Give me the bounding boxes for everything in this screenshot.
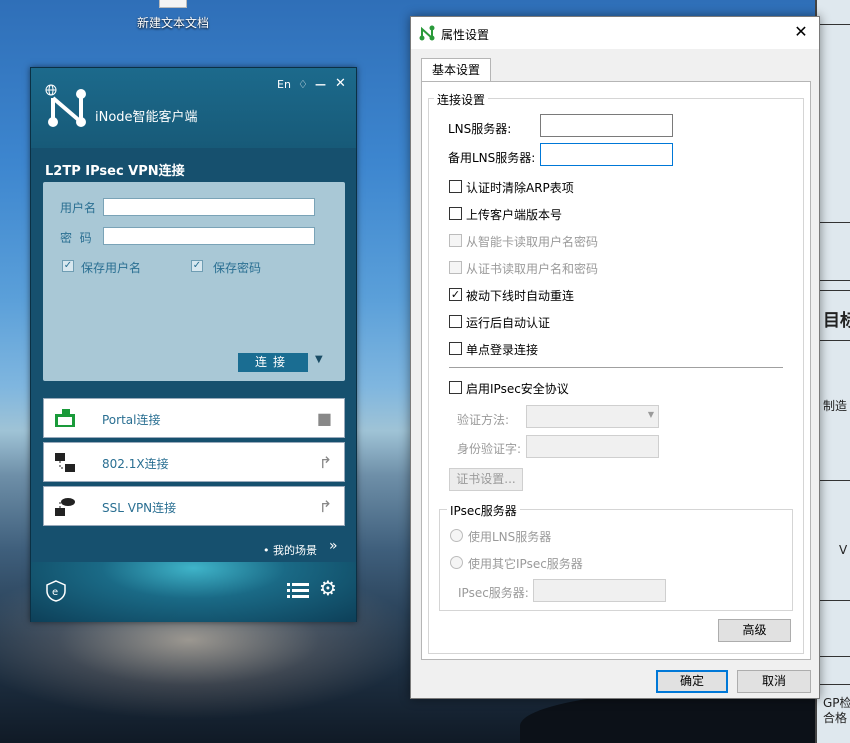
auto-reconnect-label: 被动下线时自动重连 (466, 289, 575, 303)
dot1x-connection-item[interactable]: 802.1X连接 ↱ (43, 442, 345, 482)
clear-arp-label: 认证时清除ARP表项 (466, 181, 574, 195)
smartcard-label: 从智能卡读取用户名密码 (466, 235, 599, 249)
vpn-title: L2TP IPsec VPN连接 (45, 164, 185, 179)
svg-text:e: e (52, 587, 58, 598)
auth-word-label: 身份验证字: (457, 442, 522, 456)
settings-panel: 连接设置 LNS服务器: 备用LNS服务器: 认证时清除ARP表项 上传客户端版… (421, 81, 811, 660)
auth-method-select[interactable]: ▼ (526, 405, 659, 428)
lns-server-label: LNS服务器: (448, 122, 512, 136)
single-sign-on-label: 单点登录连接 (466, 343, 539, 357)
username-label: 用户名 (60, 201, 97, 215)
arrow-icon[interactable]: ↱ (319, 497, 332, 516)
double-chevron-right-icon[interactable]: » (329, 538, 338, 554)
gear-icon[interactable]: ⚙ (319, 576, 337, 600)
globe-icon (45, 84, 57, 96)
password-label: 密 码 (60, 231, 92, 245)
skin-icon[interactable]: ♢ (298, 78, 308, 91)
dialog-close-icon[interactable]: ✕ (791, 22, 811, 42)
cancel-button[interactable]: 取消 (737, 670, 811, 693)
password-input[interactable] (103, 227, 315, 245)
auth-word-input[interactable] (526, 435, 659, 458)
upload-version-label: 上传客户端版本号 (466, 208, 563, 222)
clear-arp-checkbox[interactable] (449, 180, 462, 193)
dialog-titlebar: 属性设置 ✕ (411, 17, 819, 49)
bg-text-target: 目标 (823, 311, 850, 331)
ipsec-enable-checkbox[interactable] (449, 381, 462, 394)
lns-server-input[interactable] (540, 114, 673, 137)
text-file-icon (159, 0, 187, 8)
username-input[interactable] (103, 198, 315, 216)
cert-settings-button[interactable]: 证书设置... (449, 468, 523, 491)
inode-footer: e ⚙ (31, 562, 356, 622)
dot1x-connection-label: 802.1X连接 (102, 457, 169, 471)
tab-basic-settings[interactable]: 基本设置 (421, 58, 491, 82)
use-other-ipsec-label: 使用其它IPsec服务器 (468, 557, 583, 571)
backup-lns-server-input[interactable] (540, 143, 673, 166)
use-lns-radio[interactable] (450, 529, 463, 542)
arrow-icon[interactable]: ↱ (319, 453, 332, 472)
portal-connection-item[interactable]: Portal连接 ■ (43, 398, 345, 438)
single-sign-on-checkbox[interactable] (449, 342, 462, 355)
bg-text-manufacture: 制造 (823, 399, 848, 413)
auto-auth-checkbox[interactable] (449, 315, 462, 328)
ipsec-server-label: IPsec服务器: (458, 586, 529, 600)
use-other-ipsec-radio[interactable] (450, 556, 463, 569)
network-icon (55, 453, 75, 472)
portal-connection-label: Portal连接 (102, 413, 161, 427)
stop-icon[interactable]: ■ (317, 409, 332, 428)
auth-method-label: 验证方法: (457, 413, 510, 427)
properties-dialog: 属性设置 ✕ 基本设置 连接设置 LNS服务器: 备用LNS服务器: 认证时清除… (410, 16, 820, 699)
smartcard-checkbox[interactable] (449, 234, 462, 247)
save-username-checkbox[interactable]: ✓ (62, 260, 74, 272)
language-button[interactable]: En (277, 78, 291, 91)
login-panel: 用户名 密 码 ✓ 保存用户名 ✓ 保存密码 连接 ▼ (43, 182, 345, 381)
use-lns-label: 使用LNS服务器 (468, 530, 552, 544)
cert-credentials-checkbox[interactable] (449, 261, 462, 274)
chevron-down-icon[interactable]: ▼ (315, 354, 323, 365)
ipsec-server-title: IPsec服务器 (447, 502, 520, 519)
inode-client-window: iNode智能客户端 En ♢ — ✕ L2TP IPsec VPN连接 用户名… (30, 67, 357, 622)
backup-lns-server-label: 备用LNS服务器: (448, 151, 536, 165)
bg-text-pass: 合格 (823, 711, 848, 725)
cert-credentials-label: 从证书读取用户名和密码 (466, 262, 599, 276)
advanced-button[interactable]: 高级 (718, 619, 791, 642)
separator (449, 367, 783, 368)
close-icon[interactable]: ✕ (335, 76, 346, 91)
my-scene-link[interactable]: • 我的场景 (263, 542, 317, 558)
desktop-icon-label: 新建文本文档 (136, 16, 209, 30)
minimize-icon[interactable]: — (315, 78, 326, 91)
cloud-network-icon (55, 498, 75, 516)
save-username-label: 保存用户名 (81, 261, 142, 275)
desktop-text-file-icon[interactable]: 新建文本文档 (128, 0, 218, 34)
sslvpn-connection-label: SSL VPN连接 (102, 501, 177, 515)
upload-version-checkbox[interactable] (449, 207, 462, 220)
list-icon[interactable] (287, 582, 309, 598)
inode-header: iNode智能客户端 En ♢ — ✕ (31, 68, 356, 148)
save-password-checkbox[interactable]: ✓ (191, 260, 203, 272)
auto-reconnect-checkbox[interactable]: ✓ (449, 288, 462, 301)
sslvpn-connection-item[interactable]: SSL VPN连接 ↱ (43, 486, 345, 526)
connection-settings-title: 连接设置 (434, 91, 489, 108)
chevron-down-icon: ▼ (647, 410, 654, 419)
ok-button[interactable]: 确定 (656, 670, 728, 693)
inode-app-icon (419, 25, 435, 41)
shield-e-icon[interactable]: e (46, 580, 66, 602)
inode-title: iNode智能客户端 (95, 110, 198, 125)
ipsec-enable-label: 启用IPsec安全协议 (466, 382, 569, 396)
ipsec-server-input[interactable] (533, 579, 666, 602)
bg-text-v: V (839, 543, 848, 557)
dialog-title: 属性设置 (441, 28, 490, 42)
portal-icon (55, 409, 75, 427)
connect-button[interactable]: 连接 (238, 353, 308, 372)
save-password-label: 保存密码 (213, 261, 262, 275)
auto-auth-label: 运行后自动认证 (466, 316, 551, 330)
background-document-window: 目标 制造 V GP检 合格 (815, 0, 850, 743)
